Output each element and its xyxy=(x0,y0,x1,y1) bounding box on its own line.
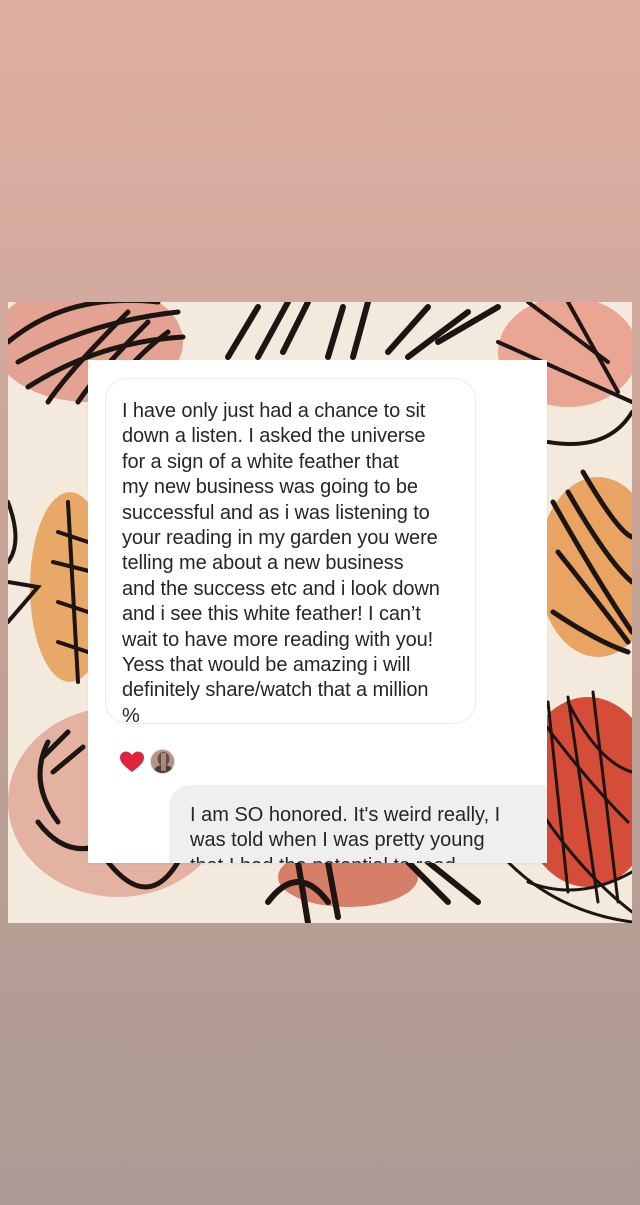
received-message-bubble[interactable]: I have only just had a chance to sit dow… xyxy=(105,378,476,727)
message-reactions[interactable] xyxy=(119,749,179,774)
received-message-text: I have only just had a chance to sit dow… xyxy=(122,400,440,727)
sent-message-text: I am SO honored. It's weird really, I wa… xyxy=(190,804,501,863)
story-image-frame: I have only just had a chance to sit dow… xyxy=(8,302,632,923)
avatar-icon[interactable] xyxy=(150,749,175,774)
heart-icon[interactable] xyxy=(119,750,145,774)
sent-message-bubble[interactable]: I am SO honored. It's weird really, I wa… xyxy=(169,785,547,863)
chat-screenshot: I have only just had a chance to sit dow… xyxy=(88,360,547,863)
